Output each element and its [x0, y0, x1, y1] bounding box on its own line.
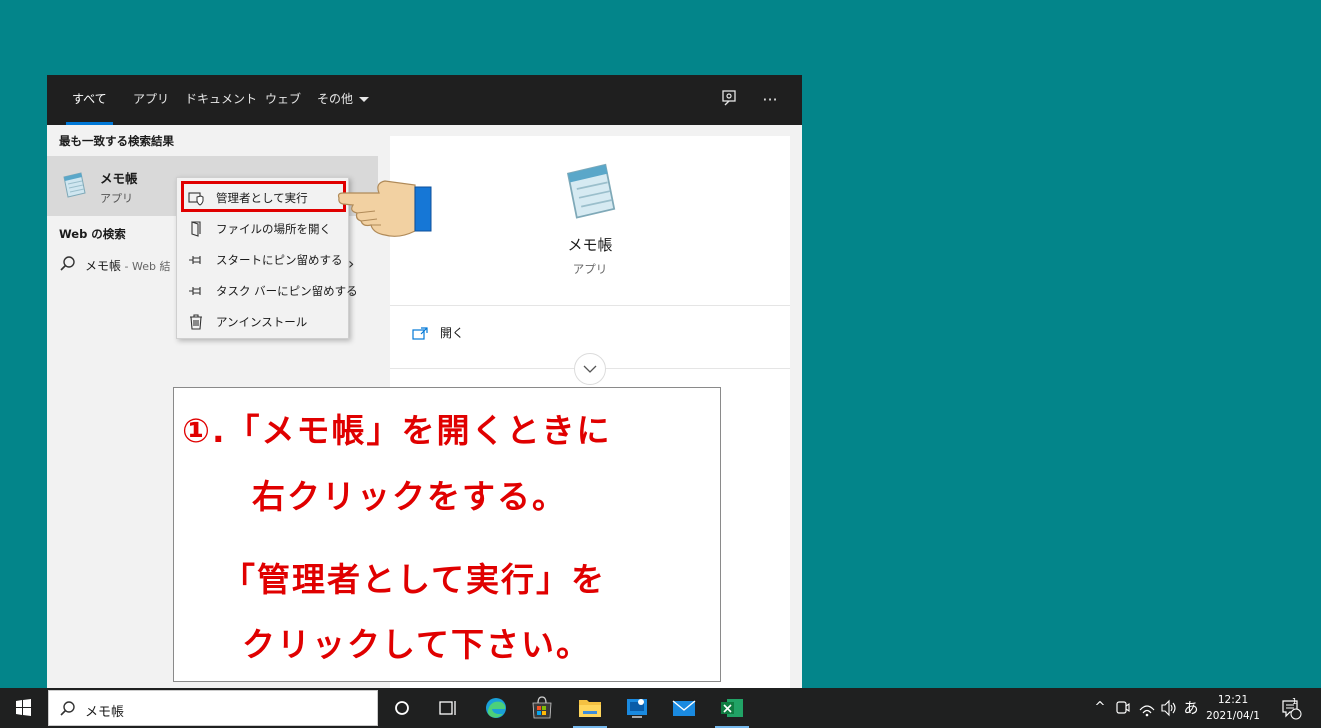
search-tabs-bar: すべて アプリ ドキュメント ウェブ その他 ··· — [47, 75, 802, 125]
menu-pin-to-start[interactable]: スタートにピン留めする — [177, 244, 348, 274]
more-options-icon[interactable]: ··· — [759, 89, 781, 111]
highlight-box — [181, 181, 346, 212]
web-search-query: メモ帳 - Web 結 — [85, 257, 170, 274]
pointing-hand-icon — [337, 180, 432, 237]
menu-pin-to-taskbar[interactable]: タスク バーにピン留めする — [177, 275, 358, 305]
notification-center-button[interactable]: 1 — [1278, 688, 1304, 728]
tab-web[interactable]: ウェブ — [265, 75, 301, 125]
divider — [390, 305, 790, 306]
edge-browser-button[interactable] — [473, 688, 519, 728]
best-match-kind: アプリ — [100, 192, 133, 205]
menu-label: スタートにピン留めする — [216, 253, 343, 267]
remote-app-button[interactable] — [614, 688, 660, 728]
taskbar-search-text: メモ帳 — [85, 705, 125, 720]
best-match-name: メモ帳 — [100, 171, 138, 186]
menu-label: アンインストール — [216, 315, 308, 329]
tab-all[interactable]: すべて — [66, 75, 113, 125]
ime-indicator[interactable]: あ — [1180, 688, 1202, 728]
store-icon — [532, 696, 552, 719]
chevron-down-icon — [583, 365, 597, 373]
menu-label: タスク バーにピン留めする — [216, 284, 358, 298]
file-location-icon — [191, 221, 201, 237]
cortana-circle-icon — [395, 701, 409, 715]
search-icon — [60, 701, 75, 716]
windows-logo-icon — [16, 699, 31, 716]
clock-date: 2021/04/1 — [1206, 710, 1260, 722]
clock-time: 12:21 — [1217, 694, 1249, 706]
note-line-3: 「管理者として実行」を — [222, 560, 607, 599]
task-view-icon — [439, 701, 456, 715]
feedback-icon[interactable] — [719, 89, 741, 111]
store-button[interactable] — [519, 688, 565, 728]
edge-icon — [486, 698, 506, 718]
web-query-suffix: - Web 結 — [121, 260, 171, 273]
chevron-up-icon[interactable]: ^ — [1090, 688, 1110, 728]
open-icon — [412, 326, 428, 340]
notification-icon — [1282, 700, 1302, 720]
excel-icon — [721, 699, 743, 717]
notepad-large-icon — [566, 163, 616, 219]
volume-icon[interactable] — [1158, 688, 1180, 728]
open-label: 開く — [440, 326, 465, 340]
clock[interactable]: 12:21 2021/04/1 — [1202, 692, 1264, 724]
task-view-cortana-button[interactable] — [379, 688, 425, 728]
folder-icon — [579, 700, 601, 717]
task-view-button[interactable] — [425, 688, 471, 728]
excel-button[interactable] — [709, 688, 755, 728]
menu-open-file-location[interactable]: ファイルの場所を開く — [177, 213, 348, 243]
notepad-icon — [63, 172, 86, 198]
notification-count: 1 — [1292, 697, 1298, 706]
chevron-down-icon — [359, 97, 370, 102]
taskbar: メモ帳 ^ あ 12:21 2021/04/1 1 — [0, 688, 1321, 728]
tab-documents[interactable]: ドキュメント — [185, 75, 257, 125]
meet-now-icon[interactable] — [1112, 688, 1134, 728]
file-explorer-button[interactable] — [567, 688, 613, 728]
mail-icon — [672, 700, 696, 716]
pin-icon — [189, 287, 201, 295]
search-icon — [60, 256, 75, 271]
open-action[interactable]: 開く — [412, 324, 464, 341]
taskbar-search-box[interactable]: メモ帳 — [48, 690, 378, 726]
note-line-1: ①.「メモ帳」を開くときに — [182, 411, 612, 450]
trash-icon — [190, 314, 202, 330]
menu-label: ファイルの場所を開く — [216, 222, 331, 236]
preview-title: メモ帳 — [567, 236, 613, 254]
preview-subtitle: アプリ — [572, 262, 608, 276]
monitor-icon — [627, 699, 647, 718]
best-match-header: 最も一致する検索結果 — [59, 134, 174, 148]
start-button[interactable] — [0, 688, 47, 728]
note-line-4: クリックして下さい。 — [242, 625, 592, 664]
instruction-note: ①.「メモ帳」を開くときに 右クリックをする。 「管理者として実行」を クリック… — [173, 387, 721, 682]
tab-more[interactable]: その他 — [317, 75, 370, 125]
mail-button[interactable] — [661, 688, 707, 728]
tab-more-label: その他 — [317, 92, 354, 106]
pin-icon — [189, 256, 201, 264]
tab-apps[interactable]: アプリ — [133, 75, 169, 125]
wifi-icon[interactable] — [1136, 688, 1158, 728]
menu-uninstall[interactable]: アンインストール — [177, 306, 348, 336]
web-query-text: メモ帳 — [85, 259, 122, 273]
web-search-header: Web の検索 — [59, 227, 126, 241]
expand-button[interactable] — [574, 353, 606, 385]
note-line-2: 右クリックをする。 — [252, 477, 567, 516]
